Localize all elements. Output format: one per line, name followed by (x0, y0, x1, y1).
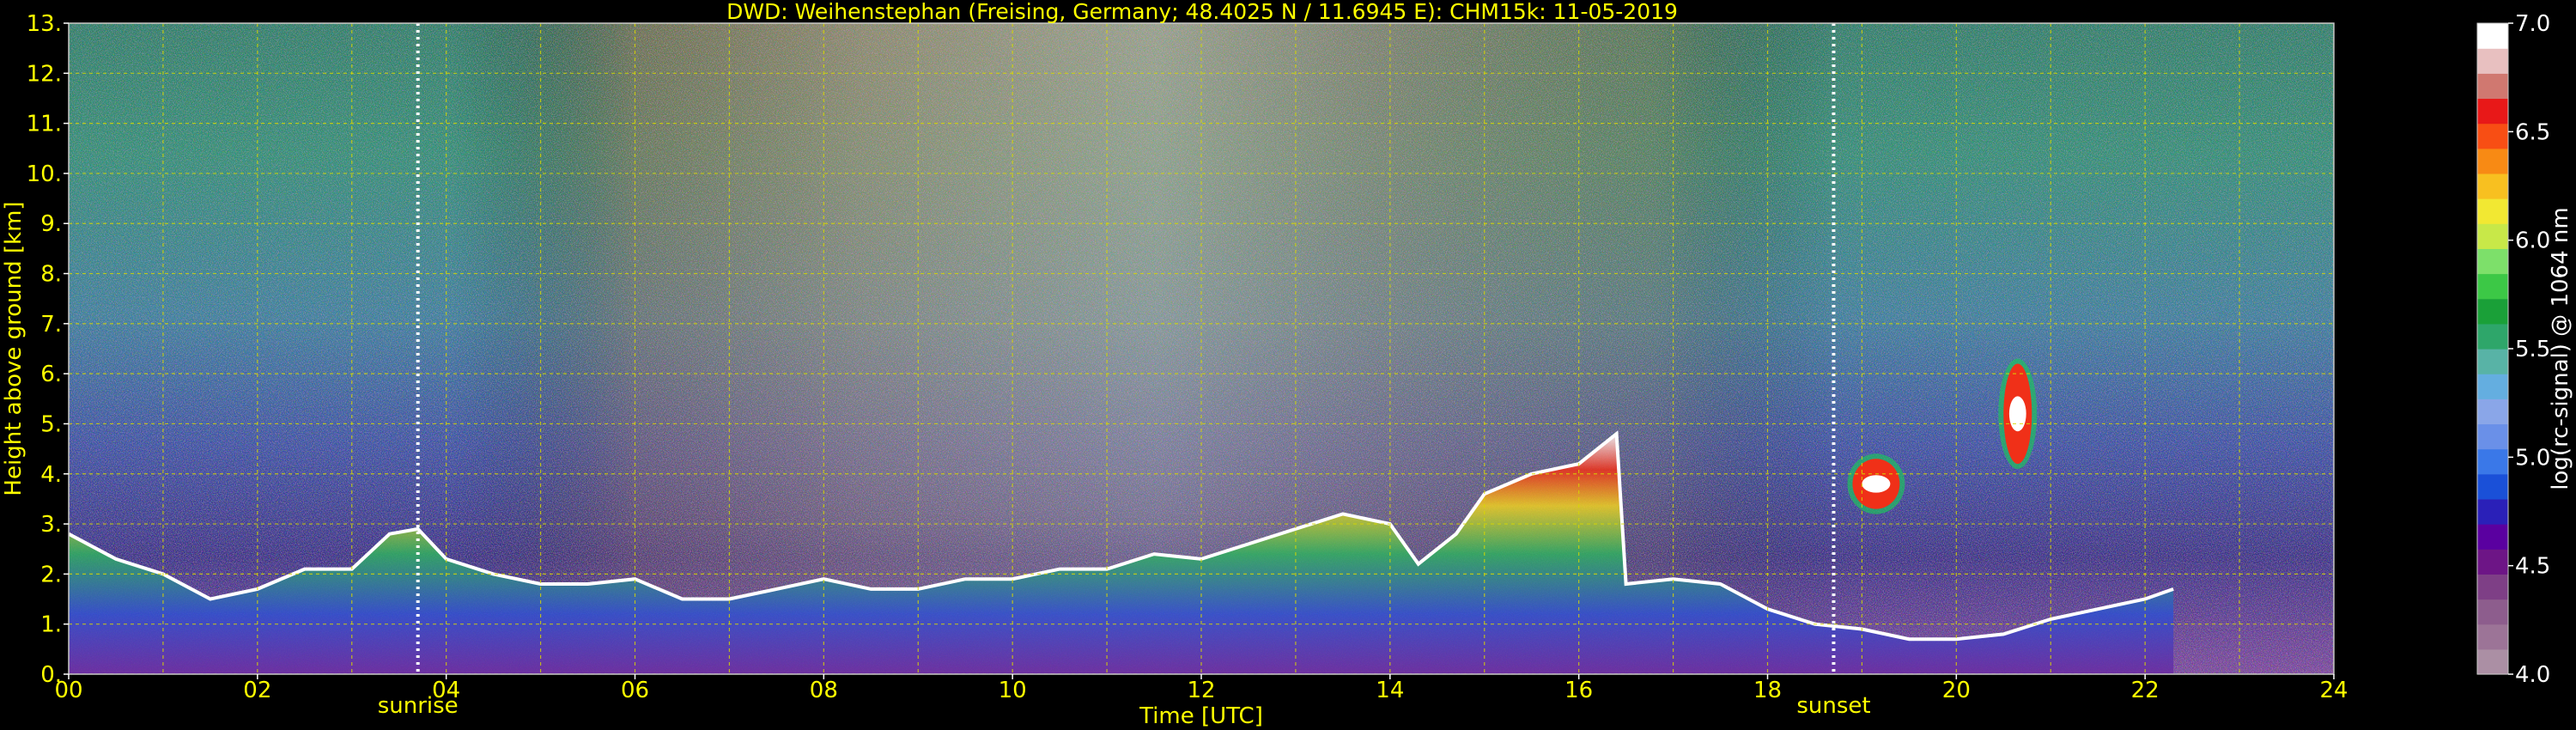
x-tick-label: 20 (1942, 678, 1971, 703)
colorbar-band (2477, 498, 2508, 525)
colorbar-band (2477, 574, 2508, 600)
colorbar-band (2477, 123, 2508, 149)
y-tick-label: 13. (27, 11, 62, 37)
colorbar-band (2477, 374, 2508, 399)
colorbar-band (2477, 524, 2508, 550)
colorbar-band (2477, 423, 2508, 450)
y-tick-label: 8. (40, 262, 62, 288)
colorbar-band (2477, 349, 2508, 374)
x-tick-label: 22 (2131, 678, 2160, 703)
colorbar-tick-label: 5.0 (2515, 445, 2550, 471)
colorbar-band (2477, 648, 2508, 675)
chart-title: DWD: Weihenstephan (Freising, Germany; 4… (726, 0, 1678, 24)
colorbar-tick-label: 4.5 (2515, 554, 2550, 580)
colorbar-band (2477, 48, 2508, 74)
ceilometer-chart: DWD: Weihenstephan (Freising, Germany; 4… (1, 0, 2573, 729)
colorbar-band (2477, 599, 2508, 625)
sunrise-label: sunrise (378, 693, 459, 719)
colorbar-band (2477, 248, 2508, 275)
y-tick-label: 5. (40, 411, 62, 437)
y-tick-label: 1. (40, 612, 62, 638)
cloud-peak-0 (1862, 475, 1891, 493)
colorbar-bands (2477, 23, 2508, 675)
x-tick-label: 02 (243, 678, 271, 703)
colorbar-band (2477, 198, 2508, 224)
colorbar-tick-label: 4.0 (2515, 662, 2550, 688)
x-tick-label: 14 (1376, 678, 1404, 703)
event-labels: sunrise sunset (378, 693, 1871, 719)
cloud-peak-1 (2008, 396, 2026, 432)
x-tick-label: 10 (999, 678, 1027, 703)
x-tick-label: 06 (621, 678, 649, 703)
y-tick-label: 10. (27, 161, 62, 187)
plot-area (69, 23, 2334, 674)
colorbar-band (2477, 398, 2508, 425)
y-tick-label: 7. (40, 312, 62, 338)
colorbar-band (2477, 273, 2508, 300)
y-axis-label: Height above ground [km] (1, 201, 27, 496)
x-tick-label: 00 (54, 678, 82, 703)
x-tick-label: 16 (1564, 678, 1593, 703)
colorbar-band (2477, 298, 2508, 325)
x-tick-label: 18 (1753, 678, 1782, 703)
sunset-label: sunset (1796, 693, 1870, 719)
colorbar: 4.0 4.5 5.0 5.5 6.0 6.5 7.0 log(rc-signal) @ 1… (2476, 11, 2573, 688)
colorbar-band (2477, 624, 2508, 650)
colorbar-band (2477, 323, 2508, 350)
y-tick-labels: 0.1.2.3.4.5.6.7.8.9.10.11.12.13. (27, 11, 69, 688)
x-tick-label: 12 (1187, 678, 1215, 703)
colorbar-band (2477, 173, 2508, 199)
colorbar-band (2477, 549, 2508, 575)
colorbar-band (2477, 473, 2508, 500)
x-tick-label: 24 (2319, 678, 2348, 703)
y-tick-label: 3. (40, 512, 62, 538)
x-tick-label: 08 (810, 678, 838, 703)
colorbar-tick-label: 6.0 (2515, 228, 2550, 254)
colorbar-label: log(rc-signal) @ 1064 nm (2548, 207, 2573, 490)
y-tick-label: 6. (40, 362, 62, 387)
colorbar-band (2477, 73, 2508, 100)
y-tick-label: 4. (40, 462, 62, 488)
colorbar-band (2477, 448, 2508, 475)
y-tick-label: 12. (27, 61, 62, 87)
colorbar-band (2477, 98, 2508, 125)
y-tick-label: 11. (27, 112, 62, 137)
colorbar-tick-label: 6.5 (2515, 119, 2550, 145)
colorbar-band (2477, 148, 2508, 174)
colorbar-tick-label: 5.5 (2515, 337, 2550, 362)
y-tick-label: 2. (40, 562, 62, 587)
y-tick-label: 9. (40, 211, 62, 237)
colorbar-tick-labels: 4.0 4.5 5.0 5.5 6.0 6.5 7.0 (2508, 11, 2550, 688)
colorbar-band (2477, 223, 2508, 249)
x-axis-label: Time [UTC] (1139, 703, 1263, 729)
colorbar-band (2477, 23, 2508, 49)
colorbar-tick-label: 7.0 (2515, 11, 2550, 37)
